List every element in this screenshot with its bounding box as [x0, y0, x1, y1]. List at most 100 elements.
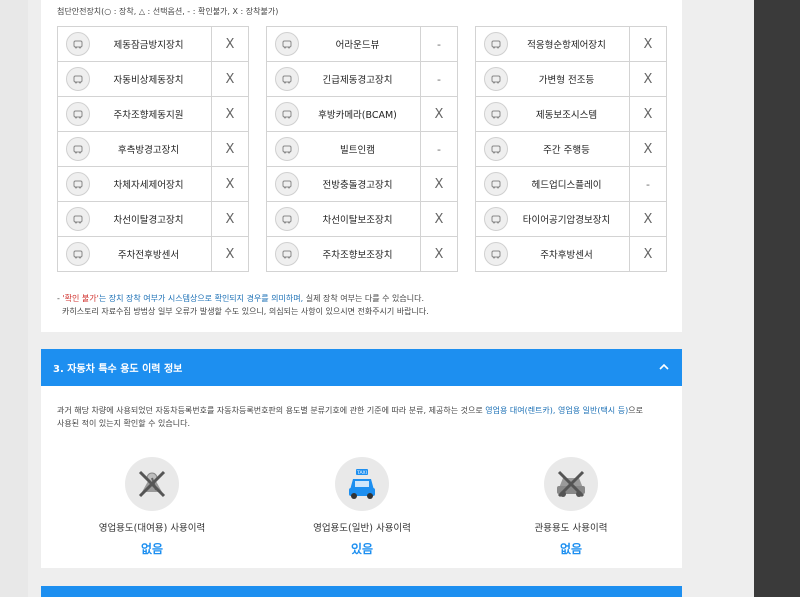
feature-row: 주간 주행등 X — [475, 131, 667, 167]
feature-status: X — [629, 97, 666, 131]
tire-pressure-icon — [484, 207, 508, 231]
note-line-2: 카히스토리 자료수집 방법상 일부 오류가 발생할 수도 있으니, 의심되는 사… — [62, 307, 429, 316]
feature-name: 후측방경고장치 — [117, 145, 180, 156]
feature-row: 후방카메라(BCAM) X — [266, 96, 458, 132]
parking-steering-icon — [275, 242, 299, 266]
feature-name: 후방카메라(BCAM) — [318, 110, 397, 121]
feature-row: 차선이탈경고장치 X — [57, 201, 249, 237]
feature-name: 전방충돌경고장치 — [322, 180, 393, 191]
notes: - '확인 불가'는 장치 장착 여부가 시스템상으로 확인되지 경우를 의미하… — [57, 292, 429, 318]
rear-camera-icon — [275, 102, 299, 126]
note-highlight-red: '확인 불가' — [62, 294, 99, 303]
built-in-cam-icon — [275, 137, 299, 161]
around-view-icon — [275, 32, 299, 56]
feature-row: 후측방경고장치 X — [57, 131, 249, 167]
feature-name: 주차조향제동지원 — [113, 110, 184, 121]
feature-name: 주간 주행등 — [543, 145, 590, 156]
rear-sensor-icon — [484, 242, 508, 266]
safety-features-card: 첨단안전장치(○ : 장착, △ : 선택옵션, - : 확인불가, X : 장… — [41, 0, 682, 332]
government-car-icon — [544, 457, 598, 511]
usage-label: 관용용도 사용이력 — [534, 523, 608, 534]
feature-row: 빌트인캠 - — [266, 131, 458, 167]
usage-label: 영업용도(일반) 사용이력 — [313, 523, 411, 534]
desc-highlight: 영업용 대여(렌트카), 영업용 일반(택시 등) — [485, 406, 629, 415]
abs-icon — [66, 32, 90, 56]
feature-row: 제동보조시스템 X — [475, 96, 667, 132]
rental-usage-icon — [125, 457, 179, 511]
feature-name: 가변형 전조등 — [538, 75, 595, 86]
taxi-icon: TAXI — [335, 457, 389, 511]
feature-name: 빌트인캠 — [340, 145, 375, 156]
steering-assist-icon — [66, 102, 90, 126]
feature-row: 헤드업디스플레이 - — [475, 166, 667, 202]
feature-column: 적응형순항제어장치 X 가변형 전조등 X 제동보조시스템 X 주간 주행등 X 헤드업디스플레… — [475, 26, 667, 272]
feature-column: 제동잠금방지장치 X 자동비상제동장치 X 주차조향제동지원 X 후측방경고장치 X 차체자세제… — [57, 26, 249, 272]
cruise-control-icon — [484, 32, 508, 56]
feature-name: 주차조향보조장치 — [322, 250, 393, 261]
feature-status: X — [211, 167, 248, 201]
section-header[interactable]: 3. 자동차 특수 용도 이력 정보 — [41, 349, 682, 386]
feature-status: X — [420, 202, 457, 236]
legend-text: 첨단안전장치(○ : 장착, △ : 선택옵션, - : 확인불가, X : 장… — [57, 7, 279, 16]
feature-name: 차선이탈경고장치 — [113, 215, 184, 226]
emergency-brake-icon — [66, 67, 90, 91]
usage-value: 있음 — [350, 542, 374, 556]
feature-status: - — [629, 167, 666, 201]
feature-status: X — [211, 27, 248, 61]
adaptive-headlamp-icon — [484, 67, 508, 91]
usage-rental: 영업용도(대여용) 사용이력 없음 — [72, 457, 232, 557]
feature-name: 제동잠금방지장치 — [113, 40, 184, 51]
feature-row: 주차조향보조장치 X — [266, 236, 458, 272]
feature-status: X — [420, 237, 457, 271]
feature-status: - — [420, 62, 457, 96]
feature-status: X — [211, 97, 248, 131]
lane-keeping-icon — [275, 207, 299, 231]
feature-row: 적응형순항제어장치 X — [475, 26, 667, 62]
feature-row: 제동잠금방지장치 X — [57, 26, 249, 62]
feature-row: 가변형 전조등 X — [475, 61, 667, 97]
feature-name: 차선이탈보조장치 — [322, 215, 393, 226]
feature-status: - — [420, 132, 457, 166]
right-scroll-gutter — [754, 0, 800, 597]
usage-label: 영업용도(대여용) 사용이력 — [98, 523, 206, 534]
feature-name: 제동보조시스템 — [535, 110, 598, 121]
feature-name: 차체자세제어장치 — [113, 180, 184, 191]
feature-status: X — [211, 62, 248, 96]
daytime-light-icon — [484, 137, 508, 161]
usage-value: 없음 — [559, 542, 583, 556]
feature-status: X — [211, 202, 248, 236]
section-description: 과거 해당 차량에 사용되었던 자동차등록번호를 자동차등록번호판의 용도별 분… — [57, 406, 643, 428]
feature-row: 차선이탈보조장치 X — [266, 201, 458, 237]
feature-row: 긴급제동경고장치 - — [266, 61, 458, 97]
note-highlight-blue: 는 장치 장착 여부가 시스템상으로 확인되지 경우를 의미하며, — [98, 294, 304, 303]
feature-status: X — [629, 202, 666, 236]
front-collision-icon — [275, 172, 299, 196]
feature-status: X — [211, 132, 248, 166]
hud-icon — [484, 172, 508, 196]
feature-row: 자동비상제동장치 X — [57, 61, 249, 97]
parking-sensor-icon — [66, 242, 90, 266]
usage-value: 없음 — [140, 542, 164, 556]
feature-name: 주차전후방센서 — [117, 250, 180, 261]
brake-assist-icon — [484, 102, 508, 126]
chevron-up-icon[interactable] — [658, 361, 670, 373]
lane-departure-icon — [66, 207, 90, 231]
usage-government: 관용용도 사용이력 없음 — [491, 457, 651, 557]
feature-row: 어라운드뷰 - — [266, 26, 458, 62]
next-section-header[interactable] — [41, 586, 682, 597]
feature-status: X — [629, 132, 666, 166]
usage-commercial: TAXI 영업용도(일반) 사용이력 있음 — [282, 457, 442, 557]
emergency-stop-signal-icon — [275, 67, 299, 91]
feature-status: X — [211, 237, 248, 271]
feature-row: 주차전후방센서 X — [57, 236, 249, 272]
feature-column: 어라운드뷰 - 긴급제동경고장치 - 후방카메라(BCAM) X 빌트인캠 - 전방충돌경고장치… — [266, 26, 458, 272]
feature-row: 주차후방센서 X — [475, 236, 667, 272]
feature-name: 헤드업디스플레이 — [531, 180, 602, 191]
feature-name: 긴급제동경고장치 — [322, 75, 393, 86]
feature-row: 타이어공기압경보장치 X — [475, 201, 667, 237]
taxi-sign-text: TAXI — [356, 470, 367, 476]
rear-side-warning-icon — [66, 137, 90, 161]
feature-name: 자동비상제동장치 — [113, 75, 184, 86]
special-usage-card: 3. 자동차 특수 용도 이력 정보 과거 해당 차량에 사용되었던 자동차등록… — [41, 349, 682, 568]
feature-name: 주차후방센서 — [540, 250, 593, 261]
